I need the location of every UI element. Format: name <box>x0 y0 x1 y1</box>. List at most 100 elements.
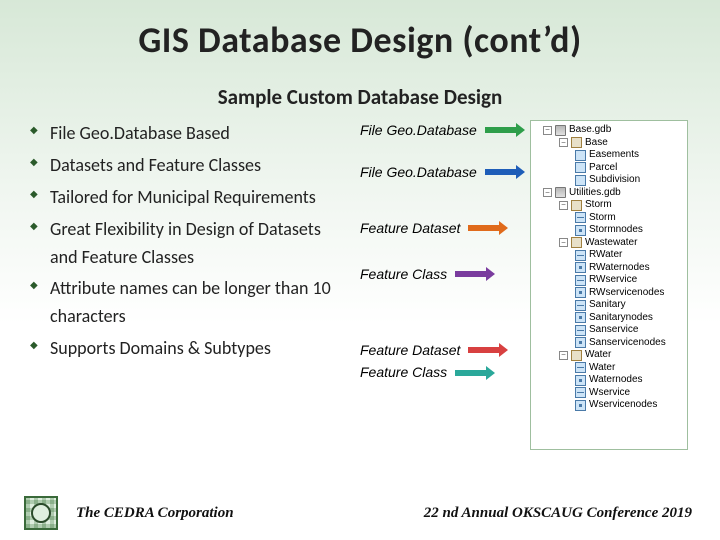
tree-label: Sanitary <box>589 299 626 312</box>
slide-subtitle: Sample Custom Database Design <box>0 84 720 110</box>
point-icon <box>575 262 586 273</box>
footer-left: The CEDRA Corporation <box>24 496 234 530</box>
company-name: The CEDRA Corporation <box>76 505 234 522</box>
label-text: Feature Dataset <box>360 342 460 358</box>
expand-icon: − <box>559 238 568 247</box>
tree-node-fc: Wservice <box>533 387 685 400</box>
tree-label: Sanservicenodes <box>589 337 666 350</box>
point-icon <box>575 337 586 348</box>
bullet-item: Attribute names can be longer than 10 ch… <box>26 275 350 331</box>
label-text: File Geo.Database <box>360 122 477 138</box>
tree-node-fc: Easements <box>533 149 685 162</box>
line-icon <box>575 362 586 373</box>
bullet-item: File Geo.Database Based <box>26 120 350 148</box>
label-text: Feature Dataset <box>360 220 460 236</box>
tree-node-fc: Parcel <box>533 162 685 175</box>
tree-node-fc: RWservicenodes <box>533 287 685 300</box>
tree-label: Base.gdb <box>569 124 611 137</box>
bullet-item: Great Flexibility in Design of Datasets … <box>26 216 350 272</box>
slide: GIS Database Design (cont’d) Sample Cust… <box>0 0 720 540</box>
line-icon <box>575 212 586 223</box>
arrow-icon <box>468 345 508 355</box>
geodatabase-icon <box>555 187 566 198</box>
tree-label: Utilities.gdb <box>569 187 621 200</box>
tree-label: RWater <box>589 249 622 262</box>
label-text: Feature Class <box>360 364 447 380</box>
tree-label: Wservice <box>589 387 630 400</box>
polygon-icon <box>575 150 586 161</box>
arrow-icon <box>485 167 525 177</box>
tree-node-fc: Sanitary <box>533 299 685 312</box>
label-feature-dataset-2: Feature Dataset <box>360 342 530 358</box>
label-gdb-1: File Geo.Database <box>360 122 530 138</box>
tree-node-fc: Waternodes <box>533 374 685 387</box>
tree-label: Water <box>585 349 611 362</box>
tree-node-gdb: − Utilities.gdb <box>533 187 685 200</box>
expand-icon: − <box>543 188 552 197</box>
tree-node-dataset: − Water <box>533 349 685 362</box>
tree-node-fc: RWservice <box>533 274 685 287</box>
arrow-icon <box>455 269 495 279</box>
bullet-column: File Geo.Database Based Datasets and Fea… <box>0 120 360 450</box>
tree-node-dataset: − Wastewater <box>533 237 685 250</box>
tree-node-fc: RWaternodes <box>533 262 685 275</box>
tree-label: Stormnodes <box>589 224 643 237</box>
tree-label: Sanservice <box>589 324 638 337</box>
point-icon <box>575 375 586 386</box>
footer: The CEDRA Corporation 22 nd Annual OKSCA… <box>0 496 720 530</box>
dataset-icon <box>571 200 582 211</box>
point-icon <box>575 287 586 298</box>
label-feature-class-1: Feature Class <box>360 266 530 282</box>
expand-icon: − <box>543 126 552 135</box>
tree-node-gdb: − Base.gdb <box>533 124 685 137</box>
line-icon <box>575 387 586 398</box>
line-icon <box>575 275 586 286</box>
label-text: Feature Class <box>360 266 447 282</box>
tree-label: Parcel <box>589 162 617 175</box>
tree-label: Water <box>589 362 615 375</box>
tree-label: Storm <box>585 199 612 212</box>
tree-label: Sanitarynodes <box>589 312 653 325</box>
label-feature-class-2: Feature Class <box>360 364 530 380</box>
tree-label: Waternodes <box>589 374 643 387</box>
tree-label: Wastewater <box>585 237 637 250</box>
tree-node-fc: Subdivision <box>533 174 685 187</box>
line-icon <box>575 250 586 261</box>
line-icon <box>575 325 586 336</box>
tree-node-fc: RWater <box>533 249 685 262</box>
label-feature-dataset-1: Feature Dataset <box>360 220 530 236</box>
tree-node-fc: Sanservice <box>533 324 685 337</box>
arrow-icon <box>468 223 508 233</box>
expand-icon: − <box>559 138 568 147</box>
tree-node-fc: Sanitarynodes <box>533 312 685 325</box>
tree-label: Storm <box>589 212 616 225</box>
tree-label: Base <box>585 137 608 150</box>
tree-node-fc: Sanservicenodes <box>533 337 685 350</box>
slide-title: GIS Database Design (cont’d) <box>0 18 720 62</box>
catalog-tree: −Base.gdb −Base Easements Parcel Subdivi… <box>530 120 688 450</box>
tree-label: Wservicenodes <box>589 399 657 412</box>
geodatabase-icon <box>555 125 566 136</box>
dataset-icon <box>571 137 582 148</box>
tree-node-fc: Wservicenodes <box>533 399 685 412</box>
tree-label: Easements <box>589 149 639 162</box>
company-logo-icon <box>24 496 58 530</box>
label-gdb-2: File Geo.Database <box>360 164 530 180</box>
tree-node-dataset: − Base <box>533 137 685 150</box>
polygon-icon <box>575 162 586 173</box>
diagram-labels: File Geo.Database File Geo.Database Feat… <box>360 120 530 450</box>
tree-node-dataset: −Storm <box>533 199 685 212</box>
point-icon <box>575 312 586 323</box>
tree-label: RWservice <box>589 274 637 287</box>
dataset-icon <box>571 237 582 248</box>
line-icon <box>575 300 586 311</box>
bullet-item: Tailored for Municipal Requirements <box>26 184 350 212</box>
label-text: File Geo.Database <box>360 164 477 180</box>
bullet-list: File Geo.Database Based Datasets and Fea… <box>26 120 350 363</box>
tree-label: RWaternodes <box>589 262 650 275</box>
expand-icon: − <box>559 351 568 360</box>
content-row: File Geo.Database Based Datasets and Fea… <box>0 120 720 450</box>
conference-name: 22 nd Annual OKSCAUG Conference 2019 <box>424 505 692 522</box>
bullet-item: Supports Domains & Subtypes <box>26 335 350 363</box>
arrow-icon <box>455 368 495 378</box>
